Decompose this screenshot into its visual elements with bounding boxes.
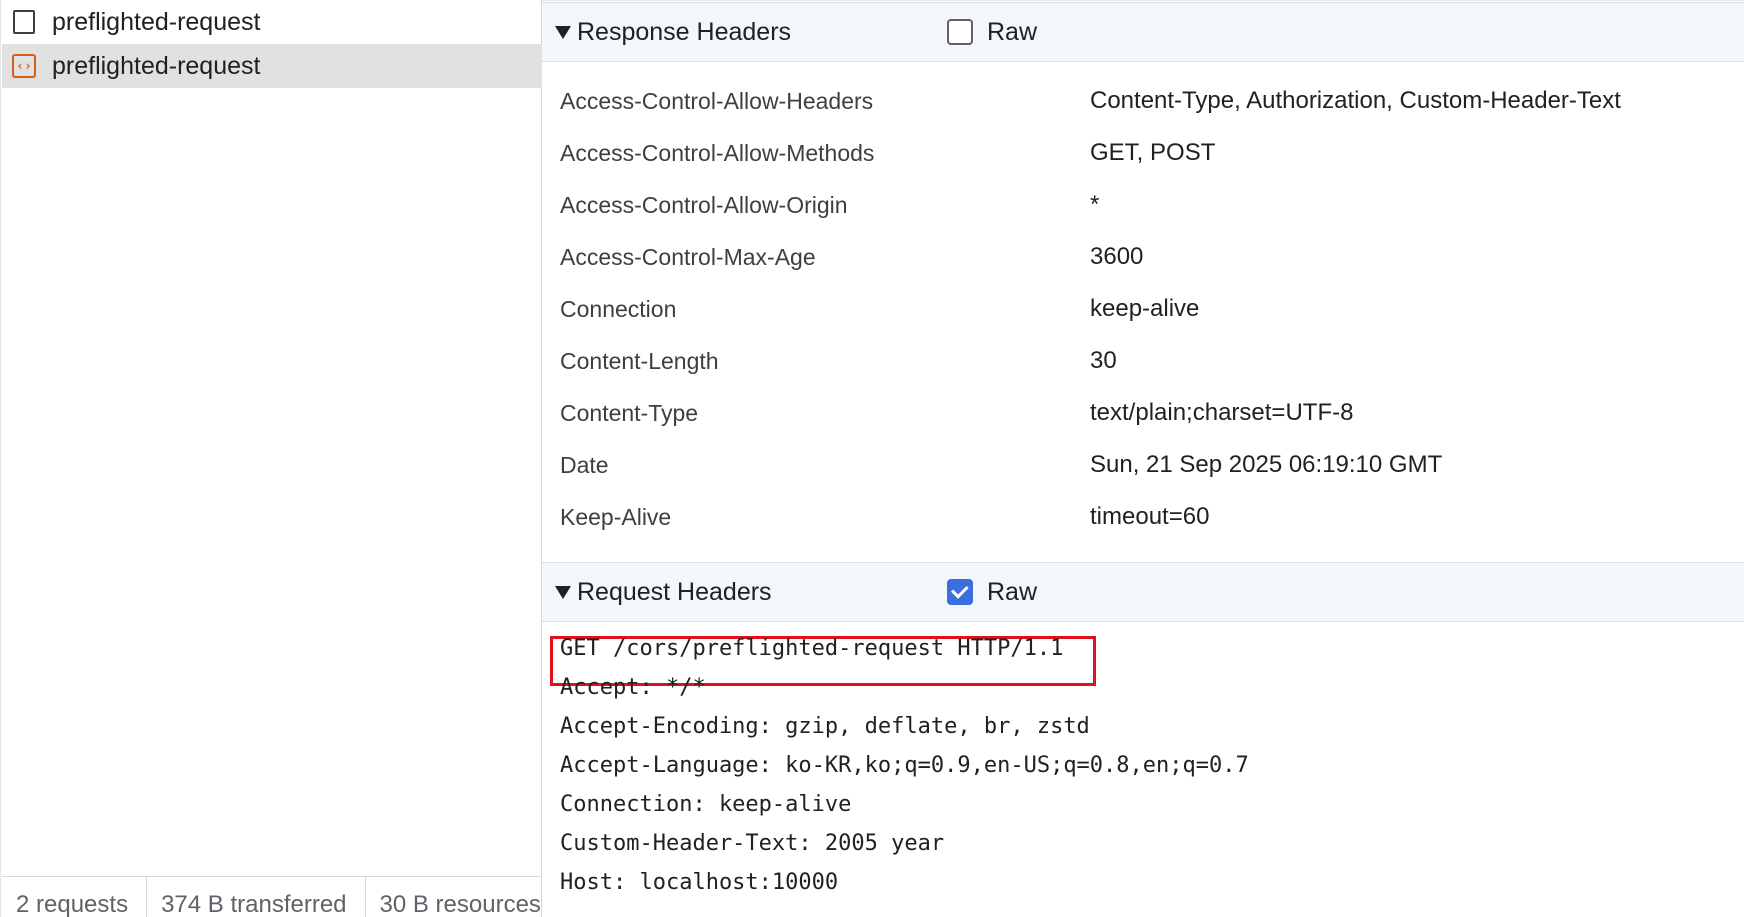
header-value: 30	[1090, 347, 1117, 374]
request-raw-label: Raw	[987, 577, 1038, 606]
request-row-document[interactable]: preflighted-request	[2, 0, 542, 44]
response-header-row: Access-Control-Allow-Origin *	[542, 179, 1744, 231]
request-row-xhr-selected[interactable]: ‹› preflighted-request	[2, 44, 542, 88]
request-raw-toggle[interactable]: Raw	[947, 578, 1037, 607]
response-header-row: Content-Length 30	[542, 335, 1744, 387]
document-icon	[10, 8, 38, 36]
response-raw-label: Raw	[987, 17, 1038, 46]
request-raw-checkbox[interactable]	[947, 579, 973, 605]
header-name: Keep-Alive	[560, 503, 672, 530]
response-headers-section-header[interactable]: Response Headers Raw	[542, 2, 1744, 62]
response-header-row: Content-Type text/plain;charset=UTF-8	[542, 387, 1744, 439]
response-header-row: Access-Control-Max-Age 3600	[542, 231, 1744, 283]
xhr-icon: ‹›	[10, 52, 38, 80]
header-name: Access-Control-Max-Age	[560, 243, 816, 270]
response-headers-title: Response Headers	[577, 17, 792, 46]
collapse-triangle-icon[interactable]	[555, 585, 571, 599]
header-name: Content-Type	[560, 399, 699, 426]
headers-pane: Response Headers Raw Access-Control-Allo…	[542, 0, 1744, 917]
response-header-row: Connection keep-alive	[542, 283, 1744, 335]
header-name: Access-Control-Allow-Headers	[560, 87, 874, 114]
request-count: 2 requests	[2, 877, 148, 917]
network-status-bar: 2 requests 374 B transferred 30 B resour…	[2, 876, 542, 917]
response-raw-toggle[interactable]: Raw	[947, 18, 1037, 47]
raw-request-line: GET /cors/preflighted-request HTTP/1.1	[560, 636, 1064, 661]
request-name: preflighted-request	[52, 7, 261, 36]
response-header-row: Access-Control-Allow-Methods GET, POST	[542, 127, 1744, 179]
header-value: 3600	[1090, 243, 1144, 270]
raw-request-headers: GET /cors/preflighted-request HTTP/1.1 A…	[560, 629, 1740, 902]
response-header-row: Date Sun, 21 Sep 2025 06:19:10 GMT	[542, 439, 1744, 491]
request-headers-title: Request Headers	[577, 577, 772, 606]
transferred-size: 374 B transferred	[147, 877, 366, 917]
resources-size: 30 B resources	[379, 891, 541, 917]
header-name: Connection	[560, 295, 677, 322]
header-value: *	[1090, 191, 1100, 218]
raw-header-line: Host: localhost:10000	[560, 870, 839, 895]
raw-header-line: Connection: keep-alive	[560, 792, 852, 817]
header-name: Date	[560, 451, 609, 478]
header-name: Access-Control-Allow-Origin	[560, 191, 848, 218]
header-name: Content-Length	[560, 347, 719, 374]
request-list-pane: preflighted-request ‹› preflighted-reque…	[0, 0, 542, 917]
header-value: Sun, 21 Sep 2025 06:19:10 GMT	[1090, 451, 1443, 478]
raw-header-line: Custom-Header-Text: 2005 year	[560, 831, 945, 856]
request-headers-section-header[interactable]: Request Headers Raw	[542, 562, 1744, 622]
header-value: text/plain;charset=UTF-8	[1090, 399, 1354, 426]
collapse-triangle-icon[interactable]	[555, 25, 571, 39]
header-value: GET, POST	[1090, 139, 1216, 166]
header-value: timeout=60	[1090, 503, 1210, 530]
header-value: keep-alive	[1090, 295, 1200, 322]
response-header-row: Keep-Alive timeout=60	[542, 491, 1744, 543]
raw-header-line: Accept: */*	[560, 675, 706, 700]
header-name: Access-Control-Allow-Methods	[560, 139, 875, 166]
raw-header-line: Accept-Encoding: gzip, deflate, br, zstd	[560, 714, 1090, 739]
request-name: preflighted-request	[52, 51, 261, 80]
raw-header-line: Accept-Language: ko-KR,ko;q=0.9,en-US;q=…	[560, 753, 1249, 778]
response-header-row: Access-Control-Allow-Headers Content-Typ…	[542, 75, 1744, 127]
response-raw-checkbox[interactable]	[947, 19, 973, 45]
header-value: Content-Type, Authorization, Custom-Head…	[1090, 87, 1621, 114]
